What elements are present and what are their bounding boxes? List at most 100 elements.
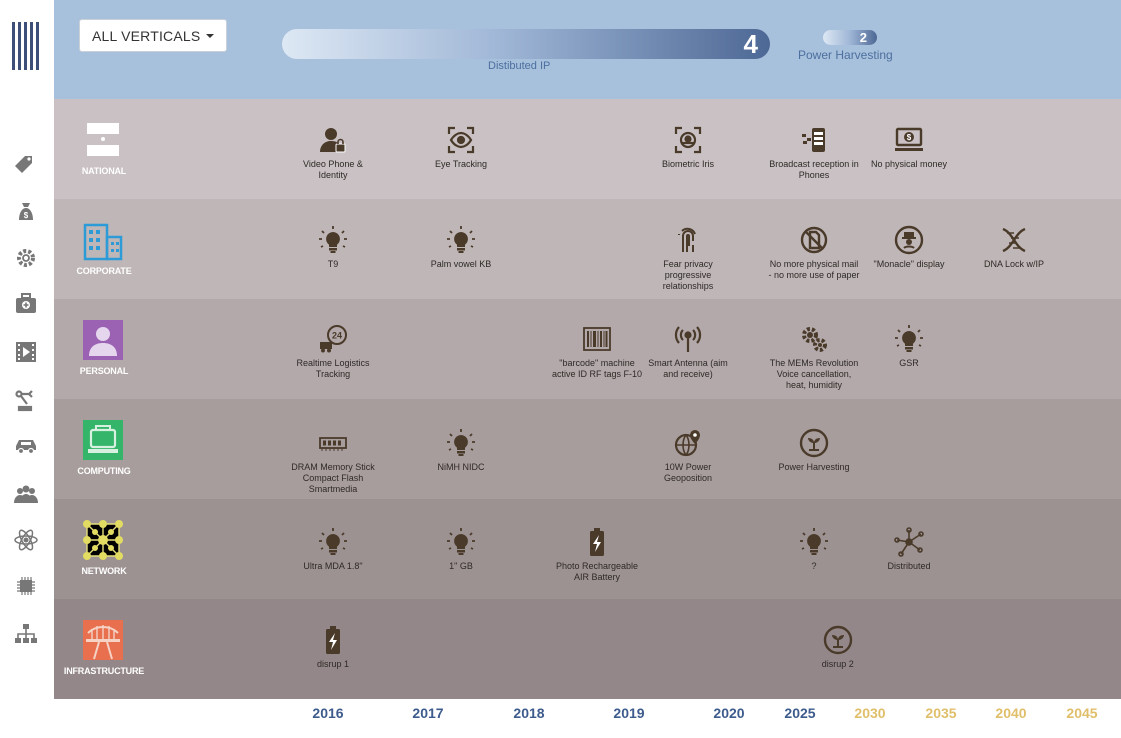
tag-icon[interactable] [12, 152, 40, 176]
technology-item[interactable]: 24 Realtime Logistics Tracking [273, 322, 393, 380]
technology-item[interactable]: DRAM Memory Stick Compact Flash Smartmed… [273, 426, 393, 495]
film-icon[interactable] [12, 340, 40, 364]
technology-item[interactable]: "Monacle" display [849, 223, 969, 270]
technology-item[interactable]: Power Harvesting [754, 426, 874, 473]
technology-item[interactable]: Fear privacy progressive relationships [628, 223, 748, 292]
technology-label: Distributed [887, 561, 931, 571]
technology-item[interactable]: DNA Lock w/IP [954, 223, 1074, 270]
medical-kit-icon[interactable] [12, 292, 40, 316]
eye-scan-icon [401, 123, 521, 157]
technology-item[interactable]: 10W Power Geoposition [628, 426, 748, 484]
battery-icon [273, 623, 393, 657]
technology-label: Fear privacy progressive relationships [662, 259, 714, 291]
technology-label: disrup 1 [316, 659, 350, 669]
technology-label: "Monacle" display [873, 259, 945, 269]
category-row-network: NETWORK Ultra MDA 1.8" 1" GB Photo Recharge… [54, 499, 1121, 599]
year-tick-label[interactable]: 2025 [770, 705, 830, 721]
car-icon[interactable] [12, 434, 40, 458]
money-screen-icon: $ [849, 123, 969, 157]
sitemap-icon[interactable] [12, 622, 40, 646]
fingerprint-icon [628, 223, 748, 257]
monocle-icon [849, 223, 969, 257]
sidebar: $ [0, 0, 54, 738]
network-grid-icon[interactable] [82, 519, 124, 561]
person-icon[interactable] [82, 319, 124, 361]
technology-item[interactable]: Smart Antenna (aim and receive) [628, 322, 748, 380]
computer-icon[interactable] [82, 419, 124, 461]
category-row-computing: COMPUTING DRAM Memory Stick Compact Flash… [54, 399, 1121, 499]
year-tick-label[interactable]: 2019 [599, 705, 659, 721]
year-tick-label[interactable]: 2018 [499, 705, 559, 721]
category-row-corporate: CORPORATE T9 Palm vowel KB Fear privacy pro… [54, 199, 1121, 299]
category-label: NETWORK [81, 566, 127, 576]
technology-label: Smart Antenna (aim and receive) [648, 358, 728, 379]
technology-label: Biometric Iris [661, 159, 714, 169]
atom-icon[interactable] [12, 528, 40, 552]
technology-item[interactable]: disrup 1 [273, 623, 393, 670]
year-tick-label[interactable]: 2045 [1052, 705, 1112, 721]
technology-item[interactable]: Biometric Iris [628, 123, 748, 170]
people-icon[interactable] [12, 482, 40, 506]
lightbulb-icon [273, 223, 393, 257]
lightbulb-icon [401, 426, 521, 460]
technology-item[interactable]: Distributed [849, 525, 969, 572]
technology-label: Eye Tracking [434, 159, 488, 169]
technology-item[interactable]: Video Phone & Identity [273, 123, 393, 181]
building-icon[interactable] [82, 219, 124, 261]
year-tick-label[interactable]: 2020 [699, 705, 759, 721]
technology-label: DNA Lock w/IP [983, 259, 1045, 269]
year-tick-label[interactable]: 2040 [981, 705, 1041, 721]
category-row-national: NATIONAL Video Phone & Identity Eye Tracki… [54, 99, 1121, 199]
year-tick-label[interactable]: 2016 [298, 705, 358, 721]
svg-text:$: $ [24, 211, 29, 220]
year-tick-label[interactable]: 2030 [840, 705, 900, 721]
svg-text:24: 24 [332, 331, 342, 341]
technology-item[interactable]: 1" GB [401, 525, 521, 572]
technology-item[interactable]: Eye Tracking [401, 123, 521, 170]
power-harvesting-bar[interactable]: 2 [823, 30, 877, 45]
battery-icon [537, 525, 657, 559]
category-label: PERSONAL [79, 366, 129, 376]
lightbulb-icon [849, 322, 969, 356]
year-tick-label[interactable]: 2035 [911, 705, 971, 721]
technology-label: Ultra MDA 1.8" [303, 561, 363, 571]
menu-bars-logo[interactable] [12, 22, 40, 70]
technology-item[interactable]: GSR [849, 322, 969, 369]
technology-label: 1" GB [449, 561, 473, 571]
delivery-24-icon: 24 [273, 322, 393, 356]
bridge-icon[interactable] [82, 619, 124, 661]
technology-item[interactable]: Photo Rechargeable AIR Battery [537, 525, 657, 583]
memory-icon [273, 426, 393, 460]
gear-icon[interactable] [12, 246, 40, 270]
lightbulb-icon [401, 223, 521, 257]
technology-item[interactable]: Ultra MDA 1.8" [273, 525, 393, 572]
flag-icon[interactable] [82, 119, 124, 161]
technology-label: DRAM Memory Stick Compact Flash Smartmed… [291, 462, 375, 494]
verticals-dropdown[interactable]: ALL VERTICALS [79, 19, 227, 52]
distributed-ip-label: Distibuted IP [488, 60, 551, 72]
year-tick-label[interactable]: 2017 [398, 705, 458, 721]
robot-arm-icon[interactable] [12, 388, 40, 412]
plant-icon [754, 426, 874, 460]
technology-item[interactable]: T9 [273, 223, 393, 270]
technology-label: disrup 2 [821, 659, 854, 669]
technology-label: GSR [899, 358, 919, 368]
technology-item[interactable]: NiMH NIDC [401, 426, 521, 473]
distributed-ip-bar[interactable]: 4 [282, 29, 770, 59]
money-bag-icon[interactable]: $ [12, 200, 40, 224]
technology-label: Video Phone & Identity [303, 159, 363, 180]
verticals-dropdown-label: ALL VERTICALS [92, 28, 201, 44]
technology-label: Palm vowel KB [430, 259, 492, 269]
svg-text:$: $ [907, 133, 912, 142]
caret-down-icon [206, 34, 214, 38]
globe-pin-icon [628, 426, 748, 460]
category-row-infrastructure: INFRASTRUCTURE disrup 1 disrup 2 [54, 599, 1121, 699]
technology-label: Realtime Logistics Tracking [296, 358, 370, 379]
chip-icon[interactable] [12, 574, 40, 598]
technology-item[interactable]: Palm vowel KB [401, 223, 521, 270]
lightbulb-icon [401, 525, 521, 559]
technology-item[interactable]: $ No physical money [849, 123, 969, 170]
technology-item[interactable]: disrup 2 [778, 623, 898, 670]
technology-label: NiMH NIDC [437, 462, 485, 472]
header: ALL VERTICALS 4 Distibuted IP 2 Power Ha… [54, 0, 1121, 99]
